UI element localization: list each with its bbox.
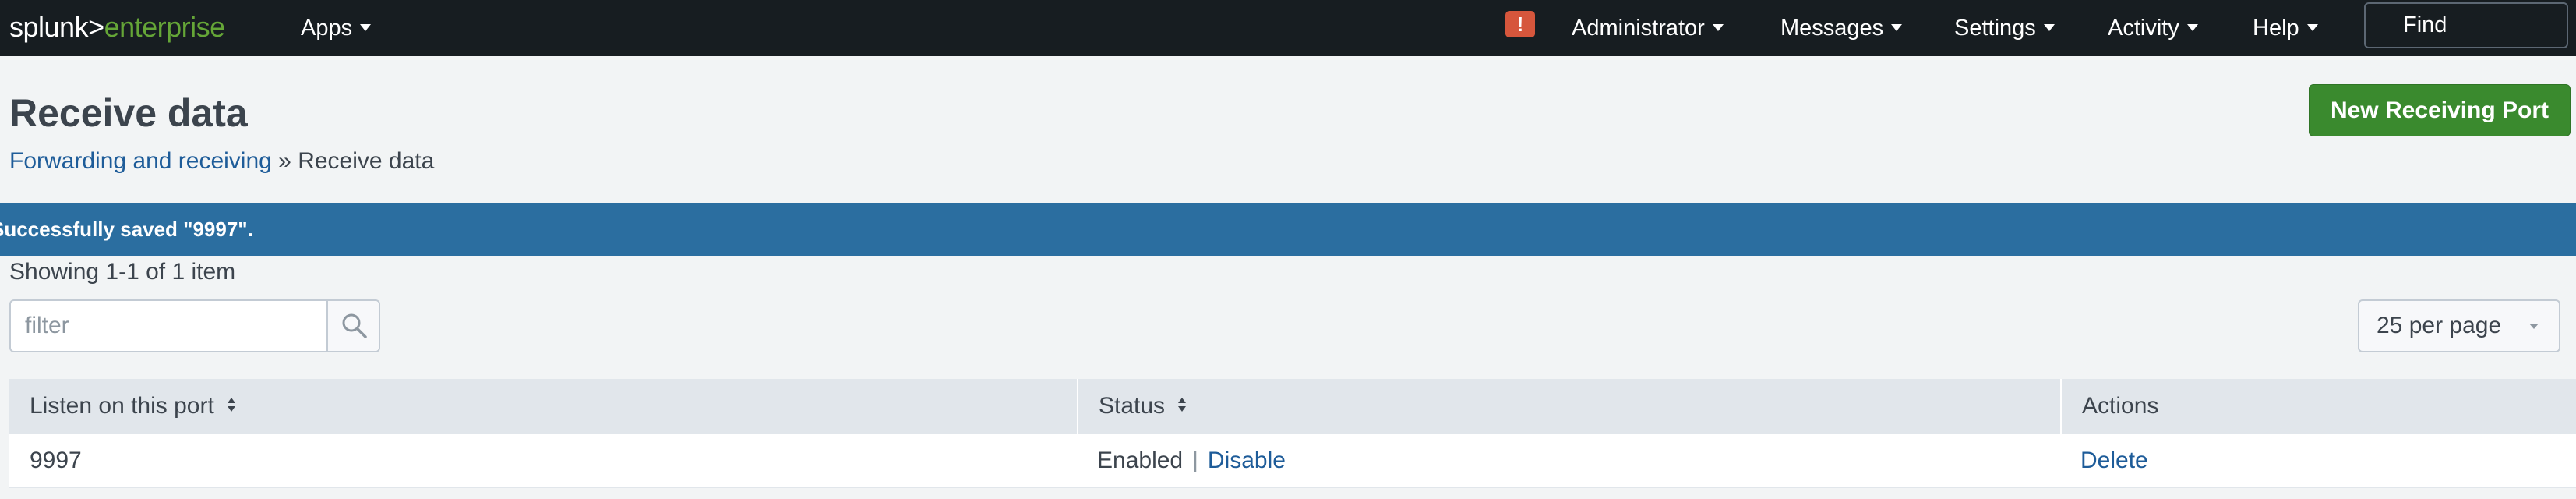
alert-icon[interactable]: ! bbox=[1505, 11, 1535, 37]
column-header-actions: Actions bbox=[2060, 379, 2576, 434]
filter-input[interactable] bbox=[11, 301, 326, 351]
sort-icon bbox=[228, 398, 236, 412]
logo-splunk: splunk> bbox=[9, 11, 104, 43]
status-value: Enabled bbox=[1097, 448, 1184, 473]
nav-settings-menu[interactable]: Settings bbox=[1954, 9, 2055, 47]
chevron-down-icon bbox=[2186, 23, 2198, 31]
find-input[interactable]: Find bbox=[2364, 2, 2568, 48]
success-banner: Successfully saved "9997". bbox=[0, 203, 2576, 256]
chevron-down-icon bbox=[1712, 23, 1724, 31]
per-page-select[interactable]: 25 per page bbox=[2358, 299, 2560, 352]
column-header-port[interactable]: Listen on this port bbox=[9, 379, 1077, 434]
cell-actions: Delete bbox=[2060, 434, 2576, 488]
nav-help-label: Help bbox=[2253, 16, 2299, 41]
nav-messages-label: Messages bbox=[1780, 16, 1884, 41]
top-nav-bar: splunk>enterprise Apps ! Administrator M… bbox=[0, 0, 2576, 56]
page-title: Receive data bbox=[9, 91, 248, 135]
nav-activity-label: Activity bbox=[2108, 16, 2179, 41]
nav-settings-label: Settings bbox=[1954, 16, 2036, 41]
column-header-actions-label: Actions bbox=[2082, 393, 2159, 419]
breadcrumb-link-forwarding[interactable]: Forwarding and receiving bbox=[9, 148, 272, 174]
nav-administrator-menu[interactable]: Administrator bbox=[1572, 9, 1724, 47]
delete-link[interactable]: Delete bbox=[2080, 448, 2148, 473]
logo-enterprise: enterprise bbox=[104, 11, 226, 43]
nav-user-label: Administrator bbox=[1572, 16, 1705, 41]
column-header-status-label: Status bbox=[1099, 393, 1166, 419]
breadcrumb-separator: » bbox=[271, 148, 298, 174]
chevron-down-icon bbox=[360, 23, 372, 31]
nav-activity-menu[interactable]: Activity bbox=[2108, 9, 2198, 47]
disable-link[interactable]: Disable bbox=[1208, 448, 1286, 473]
success-message: Successfully saved "9997". bbox=[0, 218, 253, 241]
nav-apps-menu[interactable]: Apps bbox=[301, 9, 372, 47]
new-receiving-port-button[interactable]: New Receiving Port bbox=[2309, 84, 2571, 136]
chevron-down-icon bbox=[2529, 324, 2539, 329]
column-header-status[interactable]: Status bbox=[1077, 379, 2060, 434]
breadcrumb-current: Receive data bbox=[298, 148, 435, 174]
chevron-down-icon bbox=[1891, 23, 1903, 31]
filter-box bbox=[9, 299, 380, 352]
nav-help-menu[interactable]: Help bbox=[2253, 9, 2318, 47]
chevron-down-icon bbox=[2306, 23, 2318, 31]
search-icon bbox=[342, 313, 367, 338]
table-row: 9997 Enabled | Disable Delete bbox=[9, 434, 2576, 488]
filter-search-button[interactable] bbox=[326, 301, 379, 351]
cell-status: Enabled | Disable bbox=[1077, 434, 2060, 488]
cell-port: 9997 bbox=[30, 448, 82, 473]
chevron-down-icon bbox=[2043, 23, 2055, 31]
per-page-label: 25 per page bbox=[2377, 313, 2502, 338]
table-header: Listen on this port Status Actions bbox=[9, 379, 2576, 434]
column-header-port-label: Listen on this port bbox=[30, 393, 214, 419]
nav-messages-menu[interactable]: Messages bbox=[1780, 9, 1903, 47]
breadcrumb: Forwarding and receiving » Receive data bbox=[9, 148, 434, 175]
status-separator: | bbox=[1192, 448, 1198, 473]
item-count: Showing 1-1 of 1 item bbox=[9, 259, 236, 285]
splunk-logo[interactable]: splunk>enterprise bbox=[9, 8, 225, 47]
nav-apps-label: Apps bbox=[301, 16, 353, 41]
sort-icon bbox=[1178, 398, 1187, 412]
